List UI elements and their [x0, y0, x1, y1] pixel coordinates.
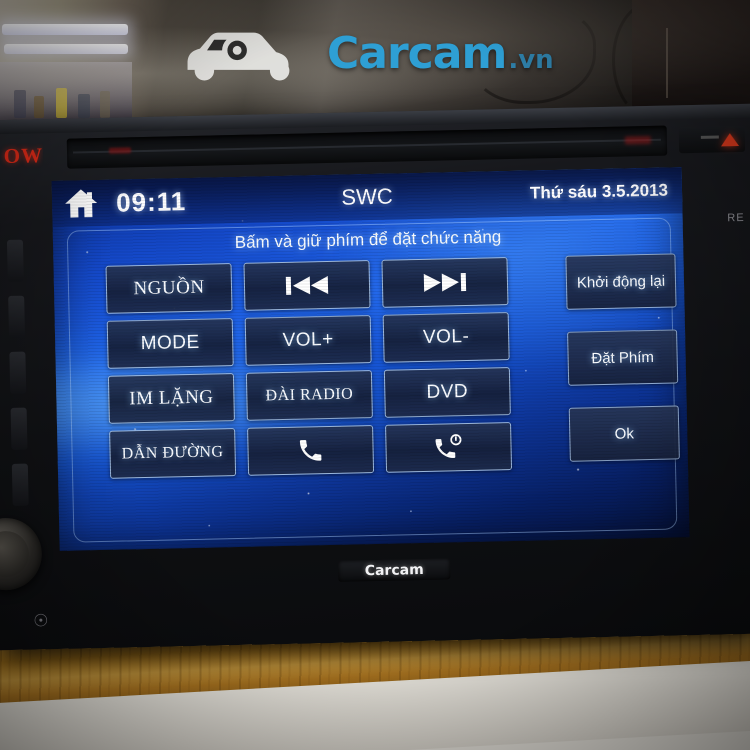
eject-button[interactable] [678, 125, 746, 154]
eject-dash [700, 135, 719, 139]
key-call-answer[interactable] [247, 425, 375, 476]
car-head-unit: OW RE ☉ Carcam 09:11 SWC Thứ sáu 3.5.201… [0, 103, 750, 651]
car-with-camera-icon [187, 32, 290, 81]
key-label: VOL+ [282, 328, 334, 352]
side-button[interactable] [6, 239, 24, 282]
key-next-track[interactable] [381, 257, 509, 308]
key-nguon[interactable]: NGUỒN [105, 263, 233, 314]
side-button[interactable] [11, 463, 29, 506]
usb-icon: ☉ [33, 611, 49, 631]
shelf-item [34, 96, 44, 118]
key-label: DVD [426, 380, 469, 403]
shop-shelf [0, 62, 132, 122]
key-label: MODE [140, 331, 200, 355]
key-label: NGUỒN [133, 276, 205, 300]
shelf-item [56, 88, 67, 118]
shelf-item [14, 90, 26, 118]
side-key-column: Khởi động lại Đặt Phím Ok [565, 253, 680, 483]
photograph: Carcam.vn OW RE ☉ Carcam 09:11 SWC Thứ s… [0, 0, 750, 750]
key-volume-down[interactable]: VOL- [382, 312, 510, 363]
key-call-end[interactable] [385, 422, 513, 473]
key-label: VOL- [422, 325, 470, 348]
key-dvd[interactable]: DVD [383, 367, 511, 418]
key-label: Đặt Phím [591, 348, 655, 367]
key-ok[interactable]: Ok [568, 405, 680, 462]
fluorescent-tube [2, 24, 128, 35]
indicator-led [624, 135, 651, 145]
power-label: OW [3, 143, 44, 169]
bezel-brand-text: Carcam [364, 561, 424, 579]
side-button[interactable] [8, 295, 26, 338]
side-button[interactable] [10, 407, 28, 450]
disc-slot[interactable] [66, 125, 668, 169]
watermark-logo: Carcam.vn [175, 22, 554, 84]
side-button[interactable] [9, 351, 27, 394]
right-side-label: RE [727, 211, 745, 225]
key-label: IM LẶNG [129, 386, 214, 410]
key-mode[interactable]: MODE [106, 318, 234, 369]
indicator-led [108, 147, 132, 154]
date-label: Thứ sáu 3.5.2013 [529, 180, 669, 203]
key-volume-up[interactable]: VOL+ [244, 315, 372, 366]
fluorescent-tube [4, 44, 128, 54]
watermark-brand: Carcam [327, 27, 507, 79]
key-label: Ok [614, 424, 635, 443]
key-label: DẪN ĐƯỜNG [121, 443, 224, 463]
watermark-tld: .vn [508, 44, 554, 75]
key-previous-track[interactable] [243, 260, 371, 311]
key-assign[interactable]: Đặt Phím [567, 329, 679, 386]
skip-next-icon [423, 272, 467, 292]
shelf-item [100, 91, 110, 118]
shelf-item [78, 94, 90, 118]
key-label: ĐÀI RADIO [265, 385, 354, 405]
volume-knob[interactable] [0, 517, 43, 591]
key-radio[interactable]: ĐÀI RADIO [245, 370, 373, 421]
key-restart[interactable]: Khởi động lại [565, 253, 677, 310]
key-label: Khởi động lại [576, 272, 666, 292]
key-navigation[interactable]: DẪN ĐƯỜNG [109, 428, 237, 479]
eject-triangle-icon [720, 132, 740, 146]
bezel-brand-badge: Carcam [338, 558, 451, 582]
slot-line [73, 138, 661, 154]
skip-previous-icon [285, 276, 329, 295]
phone-end-icon [435, 434, 462, 459]
hanging-wire [612, 2, 688, 118]
key-mute[interactable]: IM LẶNG [107, 373, 235, 424]
phone-call-icon [299, 440, 322, 461]
lcd-screen[interactable]: 09:11 SWC Thứ sáu 3.5.2013 Bấm và giữ ph… [51, 167, 690, 551]
